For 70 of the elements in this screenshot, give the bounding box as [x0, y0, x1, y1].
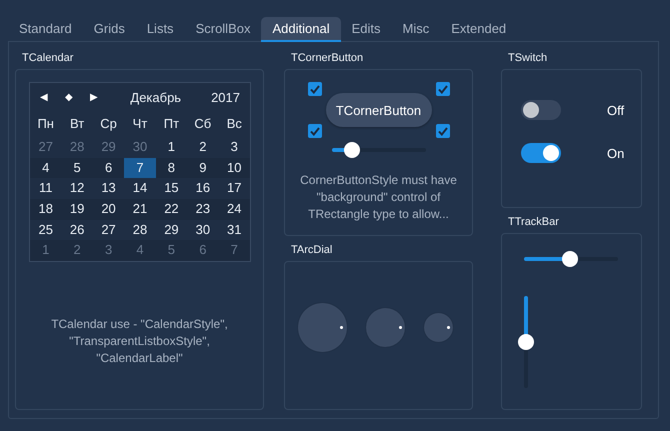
checkbox[interactable]	[436, 124, 450, 138]
switch-label: Off	[607, 102, 624, 118]
tab[interactable]: ScrollBox	[184, 17, 262, 42]
tab[interactable]: Extended	[440, 17, 518, 42]
day-cell[interactable]: 9	[187, 158, 219, 178]
nav-arrow[interactable]: ◀	[40, 91, 65, 103]
day-cell[interactable]: 31	[218, 220, 250, 240]
day-cell[interactable]: 19	[61, 199, 93, 220]
weekday-label: Сб	[193, 115, 212, 133]
nav-arrow[interactable]: ▶	[90, 91, 115, 103]
weekday-label: Вт	[69, 115, 86, 133]
day-cell[interactable]: 21	[124, 199, 156, 220]
slider-thumb[interactable]	[562, 251, 578, 267]
day-cell[interactable]: 20	[92, 199, 124, 220]
day-cell[interactable]: 11	[30, 178, 62, 200]
day-cell[interactable]: 16	[187, 178, 219, 200]
day-cell[interactable]: 18	[30, 199, 62, 220]
corner-button[interactable]: TCornerButton	[326, 93, 432, 127]
note-text: TCalendar use - "CalendarStyle", "TransparentListboxStyle", "CalendarLabel"	[50, 316, 229, 367]
day-cell[interactable]: 26	[61, 220, 93, 240]
group-title: TSwitch	[507, 51, 548, 65]
day-cell[interactable]: 2	[187, 137, 219, 158]
tab[interactable]: Standard	[8, 17, 83, 42]
day-cell[interactable]: 13	[92, 178, 124, 200]
day-cell[interactable]: 24	[218, 199, 250, 220]
day-cell[interactable]: 6	[92, 158, 124, 178]
day-cell[interactable]: 15	[156, 178, 188, 200]
weekday-label: Пн	[36, 115, 55, 133]
slider-thumb[interactable]	[518, 334, 534, 350]
day-cell[interactable]: 29	[156, 220, 188, 240]
day-cell[interactable]: 3	[218, 137, 250, 158]
day-cell[interactable]: 8	[156, 158, 188, 178]
tab[interactable]: Grids	[82, 17, 136, 42]
toggle-switch[interactable]	[521, 143, 561, 163]
switch-label: On	[607, 146, 624, 160]
checkbox[interactable]	[308, 82, 322, 96]
weekday-label: Ср	[99, 115, 118, 133]
day-cell[interactable]: 27	[92, 220, 124, 240]
day-cell[interactable]: 14	[124, 178, 156, 200]
day-cell[interactable]: 25	[30, 220, 62, 240]
year-label: 2017	[211, 90, 240, 104]
day-cell[interactable]: 22	[156, 199, 188, 220]
slider-thumb[interactable]	[344, 142, 360, 158]
group-title: TTrackBar	[507, 215, 560, 229]
tab[interactable]: Lists	[136, 17, 185, 42]
day-cell[interactable]: 7	[124, 158, 156, 178]
weekday-label: Вс	[226, 115, 243, 133]
tab[interactable]: Edits	[340, 17, 392, 42]
day-cell[interactable]: 4	[30, 158, 62, 178]
day-cell[interactable]: 17	[218, 178, 250, 200]
day-cell[interactable]: 10	[218, 158, 250, 178]
day-cell[interactable]: 28	[124, 220, 156, 240]
day-cell[interactable]: 12	[61, 178, 93, 200]
group-title: TArcDial	[290, 243, 334, 257]
weekday-label: Пт	[162, 115, 180, 133]
group-title: TCornerButton	[290, 51, 364, 65]
note-text: CornerButtonStyle must have "background" control of TRectangle type to allow...	[299, 172, 458, 223]
group-title: TCalendar	[21, 51, 74, 65]
weekday-label: Чт	[132, 115, 148, 133]
checkbox[interactable]	[436, 82, 450, 96]
day-cell[interactable]: 5	[61, 158, 93, 178]
day-cell[interactable]: 23	[187, 199, 219, 220]
checkbox[interactable]	[308, 124, 322, 138]
day-cell[interactable]: 1	[156, 137, 188, 158]
month-label: Декабрь	[130, 90, 182, 104]
nav-arrow[interactable]: ◆	[65, 91, 90, 103]
day-cell[interactable]: 30	[187, 220, 219, 240]
tab[interactable]: Additional	[261, 17, 341, 42]
toggle-switch[interactable]	[521, 100, 561, 120]
tab[interactable]: Misc	[392, 17, 440, 42]
